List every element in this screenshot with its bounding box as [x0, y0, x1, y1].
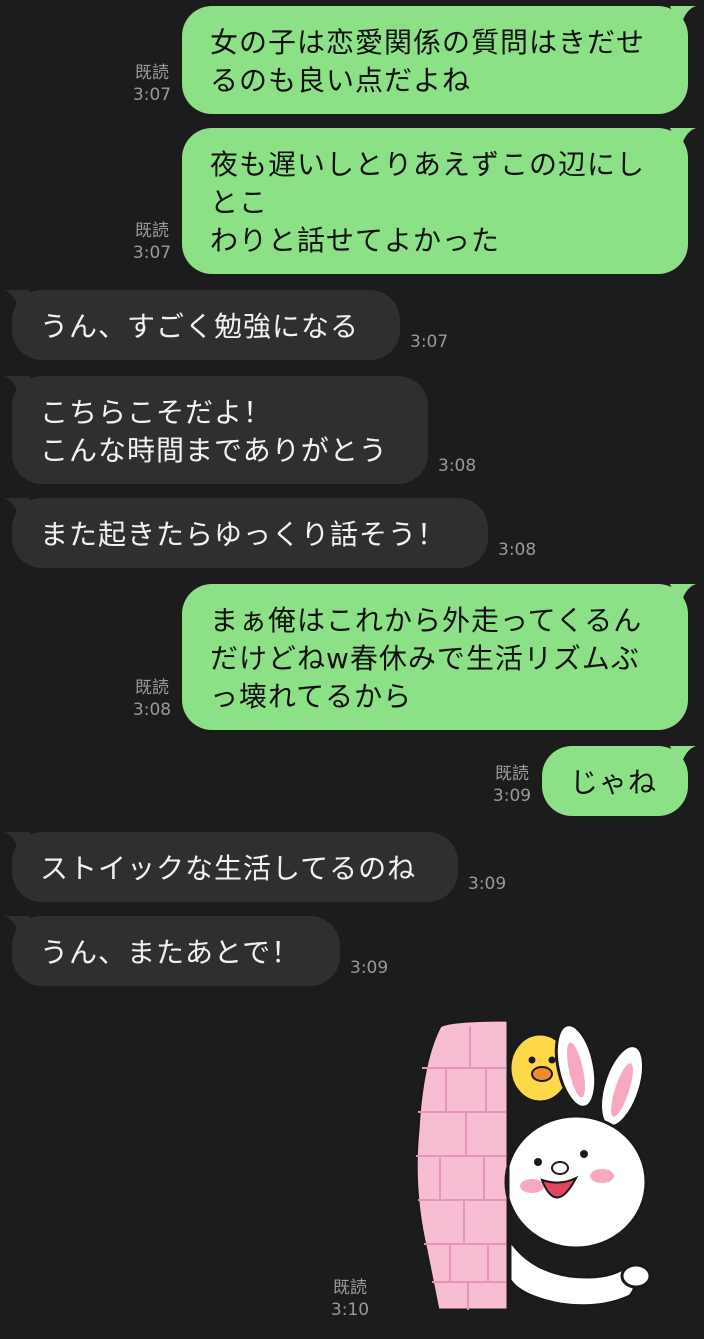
message-meta: 既読 3:07 — [128, 220, 176, 264]
message-meta: 既読 3:07 — [128, 62, 176, 106]
timestamp: 3:10 — [330, 1300, 370, 1320]
timestamp: 3:07 — [410, 332, 449, 352]
bubble-tail-icon — [4, 498, 30, 522]
timestamp: 3:07 — [132, 85, 172, 105]
message-incoming[interactable]: うん、すごく勉強になる — [12, 290, 400, 360]
message-meta: 既読 3:09 — [488, 763, 536, 807]
read-receipt: 既読 — [135, 221, 169, 241]
message-incoming[interactable]: また起きたらゆっくり話そう！ — [12, 498, 488, 568]
bubble-tail-icon — [670, 584, 696, 608]
bubble-tail-icon — [4, 290, 30, 314]
timestamp: 3:08 — [132, 700, 172, 720]
read-receipt: 既読 — [333, 1278, 367, 1298]
bubble-tail-icon — [4, 832, 30, 856]
message-incoming[interactable]: ストイックな生活してるのね — [12, 832, 458, 902]
read-receipt: 既読 — [135, 678, 169, 698]
timestamp: 3:09 — [350, 958, 389, 978]
message-incoming[interactable]: こちらこそだよ！ こんな時間までありがとう — [12, 376, 428, 484]
message-incoming[interactable]: うん、またあとで！ — [12, 916, 340, 986]
cony-peeking-sticker-icon[interactable] — [410, 1020, 670, 1310]
message-outgoing[interactable]: 女の子は恋愛関係の質問はきだせ るのも良い点だよね — [182, 6, 688, 114]
timestamp: 3:09 — [492, 786, 532, 806]
timestamp: 3:07 — [132, 243, 172, 263]
message-outgoing[interactable]: 夜も遅いしとりあえずこの辺にし とこ わりと話せてよかった — [182, 128, 688, 274]
bubble-tail-icon — [670, 6, 696, 30]
timestamp: 3:09 — [468, 874, 507, 894]
message-outgoing[interactable]: まぁ俺はこれから外走ってくるん だけどねw春休みで生活リズムぶ っ壊れてるから — [182, 584, 688, 730]
message-meta: 既読 3:10 — [326, 1277, 374, 1321]
read-receipt: 既読 — [135, 63, 169, 83]
read-receipt: 既読 — [495, 764, 529, 784]
timestamp: 3:08 — [438, 456, 477, 476]
message-outgoing[interactable]: じゃね — [542, 746, 688, 816]
bubble-tail-icon — [670, 128, 696, 152]
bubble-tail-icon — [4, 916, 30, 940]
message-meta: 既読 3:08 — [128, 677, 176, 721]
timestamp: 3:08 — [498, 540, 537, 560]
bubble-tail-icon — [4, 376, 30, 400]
bubble-tail-icon — [670, 746, 696, 770]
